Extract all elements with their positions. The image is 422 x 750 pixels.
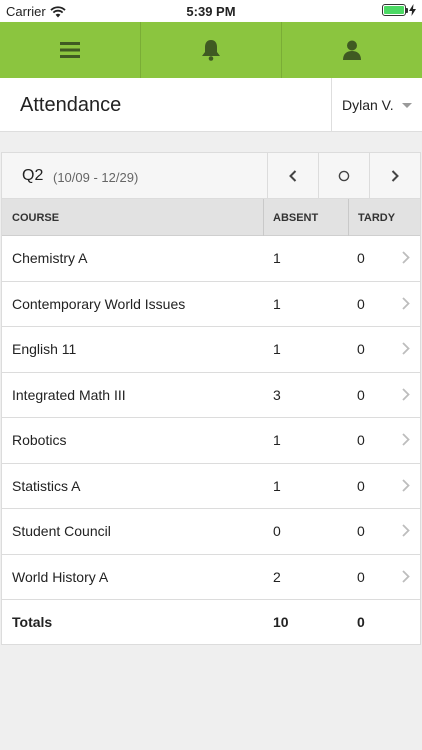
tardy-count: 0 (357, 477, 365, 494)
notifications-button[interactable] (141, 22, 282, 78)
tardy-column-header: TARDY (358, 212, 396, 224)
student-selector[interactable]: Dylan V. (331, 78, 422, 132)
term-bar: Q2 (10/09 - 12/29) (2, 153, 420, 199)
chevron-right-icon (402, 387, 410, 401)
tardy-count: 0 (357, 568, 365, 585)
table-row[interactable]: Statistics A 1 0 (2, 464, 420, 509)
chevron-left-icon (289, 169, 297, 182)
course-name: Contemporary World Issues (12, 295, 186, 312)
tardy-count: 0 (357, 523, 365, 539)
battery-icon (382, 4, 408, 16)
chevron-right-icon (402, 569, 410, 583)
absent-count: 1 (273, 295, 281, 312)
course-name: World History A (12, 568, 109, 585)
course-name: English 11 (12, 341, 77, 357)
term-range: (10/09 - 12/29) (53, 170, 139, 185)
bell-icon (202, 40, 220, 61)
page-header: Attendance Dylan V. (0, 78, 422, 132)
status-bar: Carrier 5:39 PM (0, 0, 422, 22)
table-header: COURSE ABSENT TARDY (2, 199, 420, 236)
charging-bolt-icon (409, 4, 416, 16)
table-row[interactable]: English 11 1 0 (2, 327, 420, 373)
caret-down-icon (402, 103, 412, 108)
chevron-right-icon (402, 251, 410, 264)
chevron-right-icon (402, 524, 410, 537)
tardy-count: 0 (357, 386, 365, 403)
course-list: Chemistry A 1 0 Contemporary World Issue… (2, 236, 420, 646)
term-navigation (267, 153, 420, 198)
absent-count: 1 (273, 477, 281, 494)
attendance-card: Q2 (10/09 - 12/29) COURSE ABSENT TARDY C… (1, 152, 421, 645)
table-row[interactable]: World History A 2 0 (2, 555, 420, 600)
course-name: Statistics A (12, 477, 81, 494)
tardy-count: 0 (357, 432, 365, 448)
absent-count: 1 (273, 250, 281, 266)
totals-row: Totals 10 0 (2, 600, 420, 646)
course-name: Integrated Math III (12, 386, 126, 403)
clock: 5:39 PM (186, 4, 236, 19)
table-row[interactable]: Chemistry A 1 0 (2, 236, 420, 282)
table-row[interactable]: Contemporary World Issues 1 0 (2, 282, 420, 327)
absent-count: 1 (273, 341, 281, 357)
table-row[interactable]: Student Council 0 0 (2, 509, 420, 555)
current-term-button[interactable] (318, 153, 369, 198)
student-name: Dylan V. (342, 97, 394, 113)
chevron-right-icon (402, 342, 410, 355)
total-tardy: 0 (357, 614, 365, 630)
totals-label: Totals (12, 614, 53, 630)
course-column-header: COURSE (12, 212, 60, 224)
menu-icon (60, 42, 80, 58)
term-label: Q2 (22, 167, 44, 184)
profile-button[interactable] (282, 22, 422, 78)
next-term-button[interactable] (369, 153, 420, 198)
circle-icon (338, 170, 350, 181)
absent-column-header: ABSENT (273, 212, 319, 224)
table-row[interactable]: Robotics 1 0 (2, 418, 420, 464)
previous-term-button[interactable] (267, 153, 318, 198)
chevron-right-icon (391, 169, 399, 182)
tardy-count: 0 (357, 250, 365, 266)
tardy-count: 0 (357, 295, 365, 312)
absent-count: 2 (273, 568, 281, 585)
absent-count: 0 (273, 523, 281, 539)
menu-button[interactable] (0, 22, 141, 78)
absent-count: 3 (273, 386, 281, 403)
course-name: Robotics (12, 432, 67, 448)
course-name: Student Council (12, 523, 111, 539)
page-title: Attendance (20, 94, 122, 116)
battery-indicator (382, 4, 416, 16)
user-icon (343, 40, 361, 60)
tardy-count: 0 (357, 341, 365, 357)
absent-count: 1 (273, 432, 281, 448)
chevron-right-icon (402, 478, 410, 492)
chevron-right-icon (402, 433, 410, 446)
top-nav-bar (0, 22, 422, 78)
table-row[interactable]: Integrated Math III 3 0 (2, 373, 420, 418)
total-absent: 10 (273, 614, 289, 630)
course-name: Chemistry A (12, 250, 88, 266)
chevron-right-icon (402, 296, 410, 310)
